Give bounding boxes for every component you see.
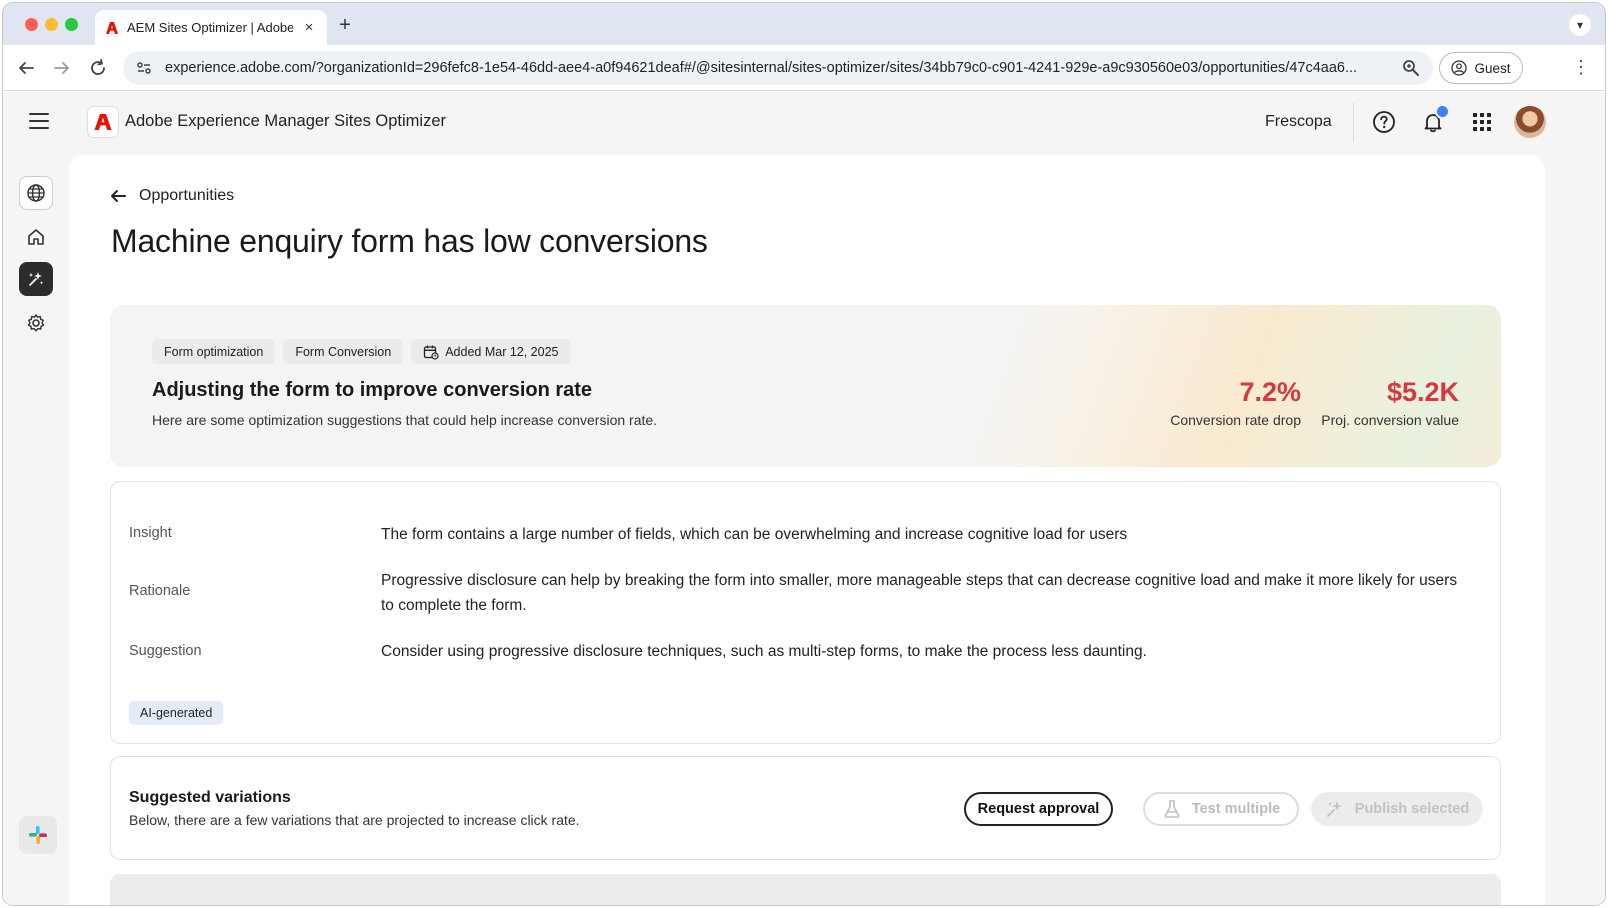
gear-icon [27, 314, 45, 332]
user-avatar[interactable] [1514, 106, 1546, 138]
sidebar-item-sites[interactable] [19, 176, 53, 210]
hero-description: Here are some optimization suggestions t… [152, 412, 658, 428]
opportunity-summary-card: Form optimization Form Conversion Added … [110, 305, 1501, 467]
tag-list: Form optimization Form Conversion Added … [152, 339, 571, 364]
calendar-icon [424, 345, 439, 360]
help-icon[interactable] [1372, 110, 1396, 134]
reload-icon[interactable] [87, 57, 109, 79]
publish-sparkle-icon [1326, 801, 1342, 817]
sidebar-item-slack[interactable] [19, 816, 57, 854]
main-content: Opportunities Machine enquiry form has l… [69, 155, 1545, 905]
suggestion-text: Consider using progressive disclosure te… [381, 643, 1147, 660]
insight-text: The form contains a large number of fiel… [381, 526, 1128, 543]
tab-search-chevron-icon[interactable]: ▾ [1569, 14, 1591, 36]
maximize-window-button[interactable] [65, 18, 78, 31]
hamburger-menu-icon[interactable] [29, 113, 49, 129]
back-link-label: Opportunities [139, 187, 235, 204]
globe-icon [27, 184, 45, 202]
person-icon [1451, 60, 1468, 76]
header-divider [1353, 102, 1354, 142]
metric-value: 7.2% [1239, 377, 1301, 407]
org-switcher[interactable]: Frescopa [1265, 113, 1332, 131]
adobe-logo-icon [87, 106, 119, 138]
sidebar-item-settings[interactable] [19, 306, 53, 340]
url-text[interactable]: experience.adobe.com/?organizationId=296… [165, 60, 1393, 76]
tab-title: AEM Sites Optimizer | Adobe [127, 20, 293, 35]
variations-description: Below, there are a few variations that a… [129, 812, 580, 828]
back-to-opportunities-link[interactable]: Opportunities [109, 187, 234, 205]
metric-label: Proj. conversion value [1321, 412, 1459, 428]
browser-window: AEM Sites Optimizer | Adobe × + ▾ experi… [3, 3, 1605, 905]
back-arrow-icon[interactable] [15, 57, 37, 79]
minimize-window-button[interactable] [45, 18, 58, 31]
tab-strip: AEM Sites Optimizer | Adobe × + ▾ [3, 3, 1605, 45]
metric-projected-conversion-value: $5.2K Proj. conversion value [1321, 377, 1459, 428]
close-window-button[interactable] [25, 18, 38, 31]
tab-close-icon[interactable]: × [301, 19, 317, 36]
suggestion-label: Suggestion [129, 643, 202, 659]
profile-label: Guest [1474, 60, 1511, 76]
added-date-label: Added Mar 12, 2025 [445, 344, 559, 359]
profile-button[interactable]: Guest [1439, 52, 1523, 84]
adobe-favicon-icon [106, 21, 118, 34]
metric-value: $5.2K [1386, 377, 1459, 407]
added-date-chip: Added Mar 12, 2025 [411, 339, 571, 364]
metric-label: Conversion rate drop [1170, 412, 1301, 428]
sidebar-item-home[interactable] [19, 220, 53, 254]
zoom-icon[interactable] [1401, 58, 1421, 78]
address-bar[interactable]: experience.adobe.com/?organizationId=296… [123, 51, 1433, 85]
ai-generated-badge: AI-generated [129, 701, 224, 725]
browser-tab-active[interactable]: AEM Sites Optimizer | Adobe × [95, 10, 327, 45]
hero-heading: Adjusting the form to improve conversion… [152, 379, 593, 401]
browser-toolbar: experience.adobe.com/?organizationId=296… [3, 45, 1605, 91]
back-arrow-icon [111, 190, 126, 202]
insight-label: Insight [129, 525, 172, 541]
beaker-icon [1164, 800, 1180, 818]
publish-selected-button[interactable]: Publish selected [1311, 792, 1483, 826]
app-header: Adobe Experience Manager Sites Optimizer… [3, 92, 1605, 154]
app-name: Adobe Experience Manager Sites Optimizer [125, 112, 446, 130]
browser-menu-icon[interactable]: ⋮ [1571, 57, 1591, 77]
metric-conversion-rate-drop: 7.2% Conversion rate drop [1170, 377, 1301, 428]
variations-table-header [110, 874, 1501, 905]
app-container: Adobe Experience Manager Sites Optimizer… [3, 92, 1605, 905]
test-multiple-label: Test multiple [1191, 801, 1281, 817]
rationale-label: Rationale [129, 583, 191, 599]
sidebar-item-opportunities[interactable] [19, 262, 53, 296]
opportunities-icon [29, 272, 44, 286]
site-info-icon[interactable] [135, 59, 153, 77]
publish-selected-label: Publish selected [1354, 801, 1470, 817]
slack-icon [29, 826, 47, 844]
app-switcher-grid-icon[interactable] [1470, 110, 1494, 134]
new-tab-button[interactable]: + [333, 13, 357, 37]
test-multiple-button[interactable]: Test multiple [1143, 792, 1299, 826]
variations-title: Suggested variations [129, 789, 291, 806]
tag-chip: Form optimization [152, 339, 276, 364]
tag-chip: Form Conversion [283, 339, 404, 364]
insight-details-card: Insight The form contains a large number… [110, 481, 1501, 744]
home-icon [28, 229, 44, 245]
suggested-variations-card: Suggested variations Below, there are a … [110, 756, 1501, 860]
page-title: Machine enquiry form has low conversions [111, 223, 708, 259]
forward-arrow-icon[interactable] [51, 57, 73, 79]
rationale-text: Progressive disclosure can help by break… [381, 572, 1458, 614]
notification-dot [1435, 104, 1450, 119]
request-approval-button[interactable]: Request approval [964, 792, 1113, 826]
